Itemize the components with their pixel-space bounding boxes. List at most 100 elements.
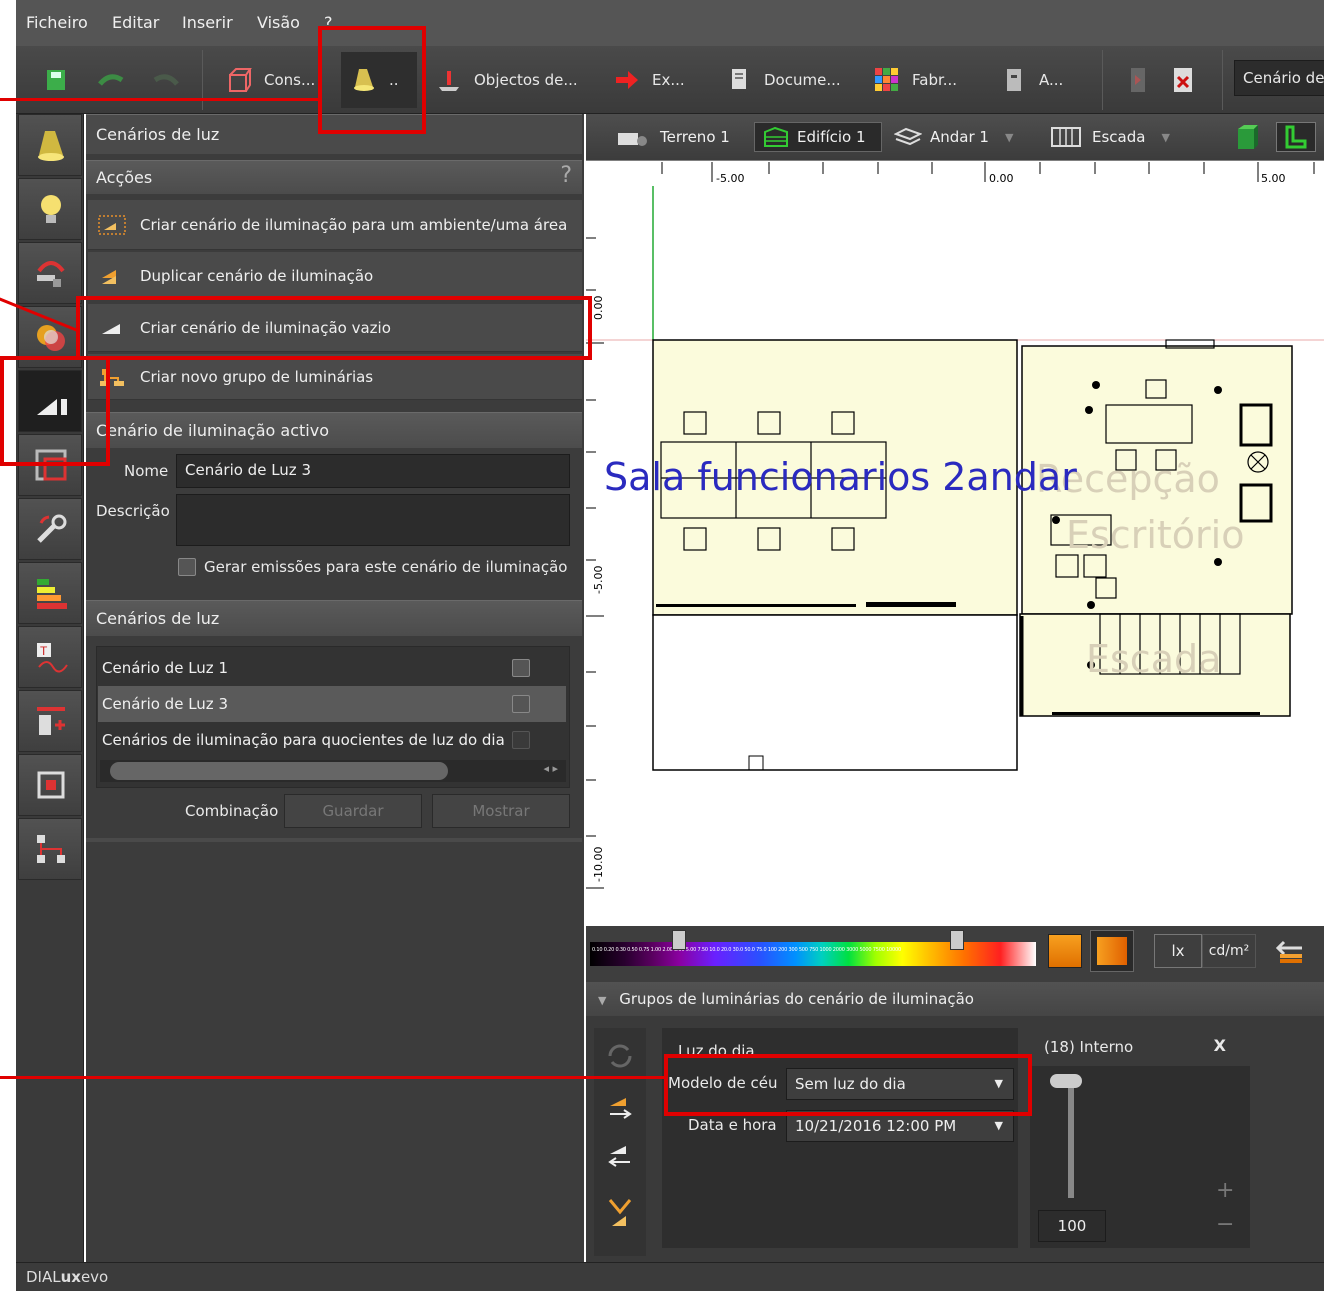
terrain-label: Terreno 1 bbox=[660, 128, 730, 146]
unit-lx-button[interactable]: lx bbox=[1154, 934, 1202, 968]
rail-tools[interactable] bbox=[18, 498, 82, 560]
rail-spotlight[interactable] bbox=[18, 114, 82, 176]
refresh-icon[interactable] bbox=[604, 1040, 636, 1072]
scale-max-handle[interactable] bbox=[950, 930, 964, 950]
brand-logo: DIALuxevo bbox=[26, 1268, 109, 1286]
internal-group-title: (18) Interno bbox=[1044, 1038, 1134, 1056]
2d-view-button[interactable] bbox=[1276, 122, 1316, 152]
help-icon[interactable]: ? bbox=[560, 163, 572, 188]
internal-group-header: (18) Interno X bbox=[1030, 1028, 1250, 1066]
export-button[interactable]: Ex... bbox=[614, 58, 685, 102]
ruler-y-minus10: -10.00 bbox=[592, 847, 605, 882]
name-field[interactable]: Cenário de Luz 3 bbox=[176, 454, 570, 488]
swap-arrows-icon[interactable] bbox=[1276, 940, 1306, 964]
redo-button[interactable] bbox=[151, 58, 181, 102]
ruler-y-minus5: -5.00 bbox=[592, 566, 605, 594]
scene-row-1-checkbox[interactable] bbox=[512, 659, 530, 677]
show-combination-button[interactable]: Mostrar bbox=[432, 794, 570, 828]
color-gradient[interactable]: 0.10 0.20 0.30 0.50 0.75 1.00 2.00 3.00 … bbox=[590, 942, 1036, 966]
building-button[interactable]: Edifício 1 bbox=[754, 122, 882, 152]
rail-energy[interactable] bbox=[18, 562, 82, 624]
menu-ficheiro[interactable]: Ficheiro bbox=[26, 13, 88, 32]
description-field[interactable] bbox=[176, 494, 570, 546]
scroll-arrows-icon[interactable]: ◂ ▸ bbox=[543, 762, 558, 775]
internal-group-card: (18) Interno X 100 + − bbox=[1030, 1028, 1250, 1248]
plus-button[interactable]: + bbox=[1216, 1178, 1234, 1203]
rail-bulb[interactable] bbox=[18, 178, 82, 240]
merge-icon[interactable] bbox=[604, 1196, 636, 1232]
unit-cd-button[interactable]: cd/m² bbox=[1202, 934, 1256, 968]
scene-row-3[interactable]: Cenário de Luz 3 bbox=[98, 686, 566, 722]
3d-view-button[interactable] bbox=[1236, 122, 1260, 152]
scene-row-daylight-checkbox[interactable] bbox=[512, 731, 530, 749]
plan-view-icon bbox=[1285, 125, 1307, 149]
stair-chevron-down-icon: ▼ bbox=[1161, 130, 1170, 144]
panel-icon bbox=[1007, 69, 1021, 91]
terrain-button[interactable]: Terreno 1 bbox=[616, 122, 730, 152]
scene-room-icon bbox=[98, 214, 126, 235]
a-button[interactable]: A... bbox=[1001, 58, 1063, 102]
scrollbar-thumb[interactable] bbox=[110, 762, 448, 780]
scenario-dropdown[interactable]: Cenário de bbox=[1234, 60, 1324, 96]
dimmer-value[interactable]: 100 bbox=[1038, 1210, 1106, 1242]
datetime-value: 10/21/2016 12:00 PM bbox=[795, 1117, 957, 1135]
highlight-sky-model bbox=[664, 1054, 1032, 1116]
panel-divider bbox=[86, 838, 582, 842]
create-luminaire-group-action[interactable]: Criar novo grupo de luminárias bbox=[88, 354, 582, 400]
scene-row-3-label: Cenário de Luz 3 bbox=[102, 695, 228, 713]
rail-transform[interactable] bbox=[18, 242, 82, 304]
scenes-scrollbar[interactable]: ◂ ▸ bbox=[100, 760, 566, 782]
dimmer-handle[interactable] bbox=[1050, 1074, 1082, 1088]
menu-visao[interactable]: Visão bbox=[257, 13, 300, 32]
close-group-button[interactable]: X bbox=[1214, 1036, 1226, 1055]
frame-icon bbox=[37, 771, 65, 799]
collapse-chevron-icon[interactable]: ▼ bbox=[598, 994, 606, 1007]
rail-hierarchy[interactable] bbox=[18, 818, 82, 880]
menu-editar[interactable]: Editar bbox=[112, 13, 159, 32]
datetime-label: Data e hora bbox=[688, 1116, 777, 1134]
stop-button[interactable] bbox=[1172, 58, 1194, 102]
groups-title: Grupos de luminárias do cenário de ilumi… bbox=[619, 990, 974, 1008]
manufacturers-button[interactable]: Fabr... bbox=[874, 58, 957, 102]
stair-icon bbox=[1051, 127, 1081, 147]
construction-button[interactable]: Cons... bbox=[226, 58, 315, 102]
scale-min-handle[interactable] bbox=[672, 930, 686, 950]
emissions-checkbox[interactable] bbox=[178, 558, 196, 576]
menu-inserir[interactable]: Inserir bbox=[182, 13, 233, 32]
dimmer-track[interactable] bbox=[1068, 1082, 1074, 1198]
floor-plan-drawing[interactable]: -5.00 0.00 5.00 0.00 -5.00 -10.00 Escrit… bbox=[586, 160, 1324, 926]
save-button[interactable] bbox=[46, 58, 66, 102]
callout-line-3 bbox=[0, 1076, 664, 1079]
false-color-button[interactable] bbox=[1048, 934, 1082, 968]
scene-row-3-checkbox[interactable] bbox=[512, 695, 530, 713]
energy-bars-icon bbox=[37, 579, 67, 609]
stair-dropdown[interactable]: Escada ▼ bbox=[1050, 122, 1170, 152]
play-button[interactable] bbox=[1128, 58, 1148, 102]
document-icon bbox=[732, 69, 746, 89]
scene-arrow-right-icon[interactable] bbox=[604, 1092, 636, 1124]
ruler-x-5: 5.00 bbox=[1261, 172, 1286, 185]
scene-arrow-left-icon[interactable] bbox=[604, 1140, 636, 1172]
rail-insert[interactable] bbox=[18, 690, 82, 752]
minus-button[interactable]: − bbox=[1216, 1212, 1234, 1237]
documents-button[interactable]: Docume... bbox=[726, 58, 841, 102]
duplicate-scene-action[interactable]: Duplicar cenário de iluminação bbox=[88, 252, 582, 300]
objects-button[interactable]: Objectos de... bbox=[436, 58, 578, 102]
floor-dropdown[interactable]: Andar 1 ▼ bbox=[894, 122, 1013, 152]
groups-header[interactable]: ▼ Grupos de luminárias do cenário de ilu… bbox=[586, 982, 1324, 1016]
cube-icon bbox=[229, 68, 252, 92]
rail-text-curve[interactable]: T bbox=[18, 626, 82, 688]
rail-frame[interactable] bbox=[18, 754, 82, 816]
scene-row-1[interactable]: Cenário de Luz 1 bbox=[98, 650, 566, 686]
a-label: A... bbox=[1039, 71, 1064, 89]
create-scene-for-room-action[interactable]: Criar cenário de iluminação para um ambi… bbox=[88, 200, 582, 250]
scene-row-daylight[interactable]: Cenários de iluminação para quocientes d… bbox=[98, 722, 566, 758]
terrain-icon bbox=[618, 133, 647, 146]
save-combination-button[interactable]: Guardar bbox=[284, 794, 422, 828]
scenes-header: Cenários de luz bbox=[86, 600, 582, 636]
undo-button[interactable] bbox=[96, 58, 126, 102]
iso-lines-button[interactable] bbox=[1090, 930, 1134, 972]
menu-bar: Ficheiro Editar Inserir Visão ? bbox=[16, 0, 1324, 46]
export-label: Ex... bbox=[652, 71, 685, 89]
plan-canvas[interactable]: -5.00 0.00 5.00 0.00 -5.00 -10.00 Escrit… bbox=[586, 160, 1324, 926]
